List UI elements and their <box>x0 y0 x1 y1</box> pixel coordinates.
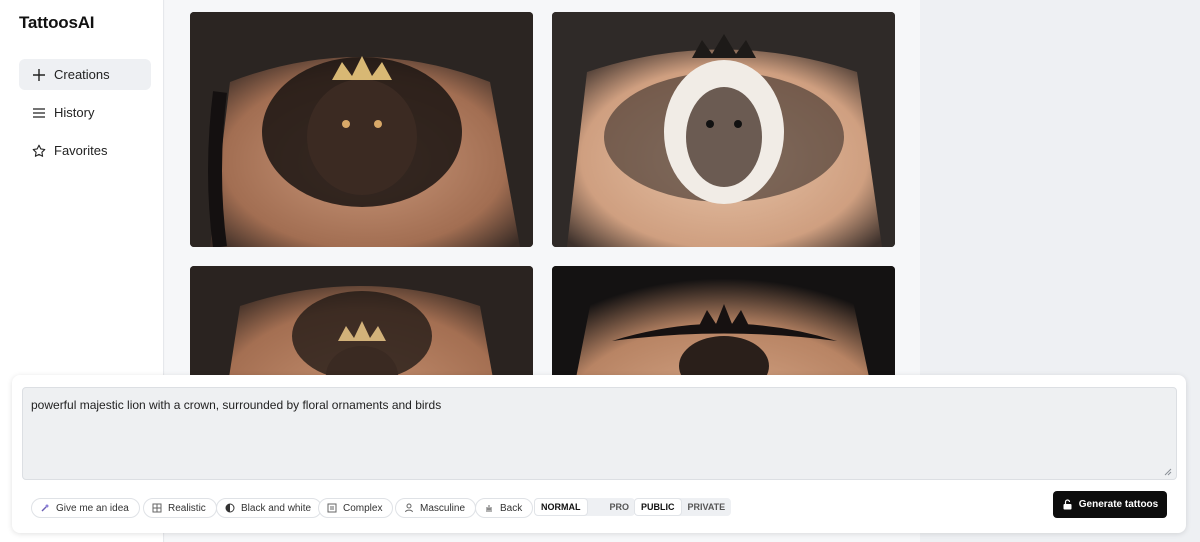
public-option[interactable]: PUBLIC <box>634 498 682 516</box>
tattoo-image[interactable] <box>552 12 895 247</box>
person-icon <box>404 503 414 513</box>
sidebar-item-label: History <box>54 105 95 120</box>
chip-label: Realistic <box>168 502 206 514</box>
prompt-text: powerful majestic lion with a crown, sur… <box>31 398 442 412</box>
list-icon <box>32 106 46 120</box>
tattoo-image[interactable] <box>190 12 533 247</box>
generate-tattoos-button[interactable]: Generate tattoos <box>1053 491 1167 518</box>
quality-toggle: NORMAL PRO <box>534 498 636 516</box>
visibility-toggle: PUBLIC PRIVATE <box>634 498 732 516</box>
sidebar-item-label: Creations <box>54 67 110 82</box>
unlock-icon <box>1062 499 1073 510</box>
sidebar-item-label: Favorites <box>54 143 108 158</box>
black-and-white-button[interactable]: Black and white <box>216 498 323 518</box>
resize-handle-icon[interactable] <box>1164 468 1172 476</box>
chip-label: Complex <box>343 502 383 514</box>
pro-option[interactable]: PRO <box>588 498 636 516</box>
chip-label: Masculine <box>420 502 466 514</box>
give-me-an-idea-button[interactable]: Give me an idea <box>31 498 140 518</box>
sidebar-item-favorites[interactable]: Favorites <box>19 135 151 166</box>
star-icon <box>32 144 46 158</box>
contrast-icon <box>225 503 235 513</box>
prompt-textarea[interactable]: powerful majestic lion with a crown, sur… <box>22 387 1177 480</box>
chip-label: Give me an idea <box>56 502 129 514</box>
hand-icon <box>484 503 494 513</box>
plus-icon <box>32 68 46 82</box>
chip-label: Back <box>500 502 523 514</box>
complex-button[interactable]: Complex <box>318 498 394 518</box>
private-option[interactable]: PRIVATE <box>682 498 732 516</box>
masculine-button[interactable]: Masculine <box>395 498 477 518</box>
normal-option[interactable]: NORMAL <box>534 498 588 516</box>
grid-icon <box>152 503 162 513</box>
generate-label: Generate tattoos <box>1078 499 1159 510</box>
prompt-panel: powerful majestic lion with a crown, sur… <box>12 375 1186 533</box>
sidebar-item-creations[interactable]: Creations <box>19 59 151 90</box>
layers-icon <box>327 503 337 513</box>
sidebar-nav: Creations History Favorites <box>19 59 151 173</box>
sidebar-item-history[interactable]: History <box>19 97 151 128</box>
magic-icon <box>40 503 50 513</box>
chip-label: Black and white <box>241 502 312 514</box>
back-button[interactable]: Back <box>475 498 534 518</box>
app-title: TattoosAI <box>19 13 95 32</box>
realistic-button[interactable]: Realistic <box>143 498 217 518</box>
